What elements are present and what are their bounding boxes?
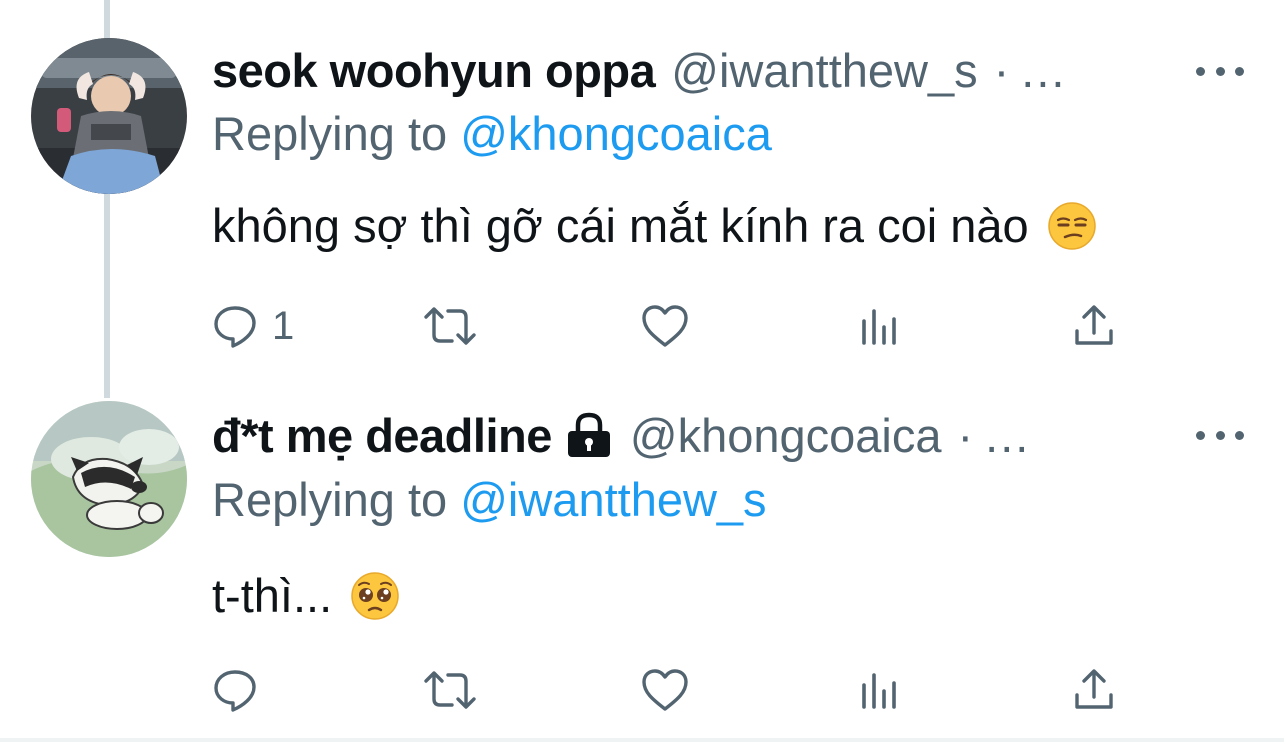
replying-to-line: Replying to @khongcoaica bbox=[212, 106, 772, 161]
reply-button[interactable]: 1 bbox=[212, 296, 294, 356]
pleading-face-icon bbox=[350, 571, 400, 621]
separator-dot: · bbox=[957, 408, 974, 462]
replying-to-mention[interactable]: @khongcoaica bbox=[460, 107, 772, 160]
tweet-text-row: không sợ thì gỡ cái mắt kính ra coi nào bbox=[212, 198, 1097, 253]
views-button[interactable] bbox=[858, 660, 902, 720]
retweet-icon bbox=[422, 667, 478, 713]
replying-to-line: Replying to @iwantthew_s bbox=[212, 472, 767, 527]
tweet-thread: seok woohyun oppa @iwantthew_s · ... Rep… bbox=[0, 0, 1284, 742]
truncation-ellipsis: ... bbox=[985, 408, 1031, 462]
share-icon bbox=[1072, 303, 1116, 349]
lock-icon bbox=[564, 412, 614, 458]
tweet-actions bbox=[212, 660, 1132, 720]
tweet-text-row: t-thì... bbox=[212, 568, 400, 623]
tweet[interactable]: seok woohyun oppa @iwantthew_s · ... Rep… bbox=[0, 0, 1284, 390]
display-name[interactable]: seok woohyun oppa bbox=[212, 43, 656, 98]
avatar[interactable] bbox=[31, 38, 187, 194]
separator-dot: · bbox=[993, 43, 1010, 97]
retweet-button[interactable] bbox=[422, 296, 478, 356]
bar-chart-icon bbox=[858, 303, 902, 349]
tweet[interactable]: đ*t mẹ deadline @khongcoaica · ... Reply… bbox=[0, 395, 1284, 742]
tweet-text: không sợ thì gỡ cái mắt kính ra coi nào bbox=[212, 199, 1029, 252]
reply-count: 1 bbox=[272, 303, 295, 348]
share-button[interactable] bbox=[1072, 296, 1116, 356]
tweet-actions: 1 bbox=[212, 296, 1132, 356]
views-button[interactable] bbox=[858, 296, 902, 356]
display-name[interactable]: đ*t mẹ deadline bbox=[212, 408, 552, 463]
speech-bubble-icon bbox=[212, 303, 258, 349]
retweet-button[interactable] bbox=[422, 660, 478, 720]
replying-to-label: Replying to bbox=[212, 473, 448, 526]
more-dots-icon[interactable] bbox=[1196, 420, 1244, 450]
user-handle[interactable]: @iwantthew_s bbox=[671, 43, 977, 98]
user-handle[interactable]: @khongcoaica bbox=[630, 408, 942, 463]
more-dots-icon[interactable] bbox=[1196, 56, 1244, 86]
bar-chart-icon bbox=[858, 667, 902, 713]
tweet-header: đ*t mẹ deadline @khongcoaica · ... bbox=[212, 403, 1030, 467]
like-button[interactable] bbox=[640, 660, 690, 720]
speech-bubble-icon bbox=[212, 667, 258, 713]
divider bbox=[0, 738, 1284, 742]
unamused-face-icon bbox=[1047, 201, 1097, 251]
share-button[interactable] bbox=[1072, 660, 1116, 720]
tweet-header: seok woohyun oppa @iwantthew_s · ... bbox=[212, 38, 1066, 102]
truncation-ellipsis: ... bbox=[1021, 43, 1067, 97]
heart-icon bbox=[640, 303, 690, 349]
reply-button[interactable] bbox=[212, 660, 272, 720]
retweet-icon bbox=[422, 303, 478, 349]
avatar[interactable] bbox=[31, 401, 187, 557]
tweet-text: t-thì... bbox=[212, 569, 333, 622]
share-icon bbox=[1072, 667, 1116, 713]
heart-icon bbox=[640, 667, 690, 713]
replying-to-mention[interactable]: @iwantthew_s bbox=[460, 473, 766, 526]
like-button[interactable] bbox=[640, 296, 690, 356]
replying-to-label: Replying to bbox=[212, 107, 448, 160]
